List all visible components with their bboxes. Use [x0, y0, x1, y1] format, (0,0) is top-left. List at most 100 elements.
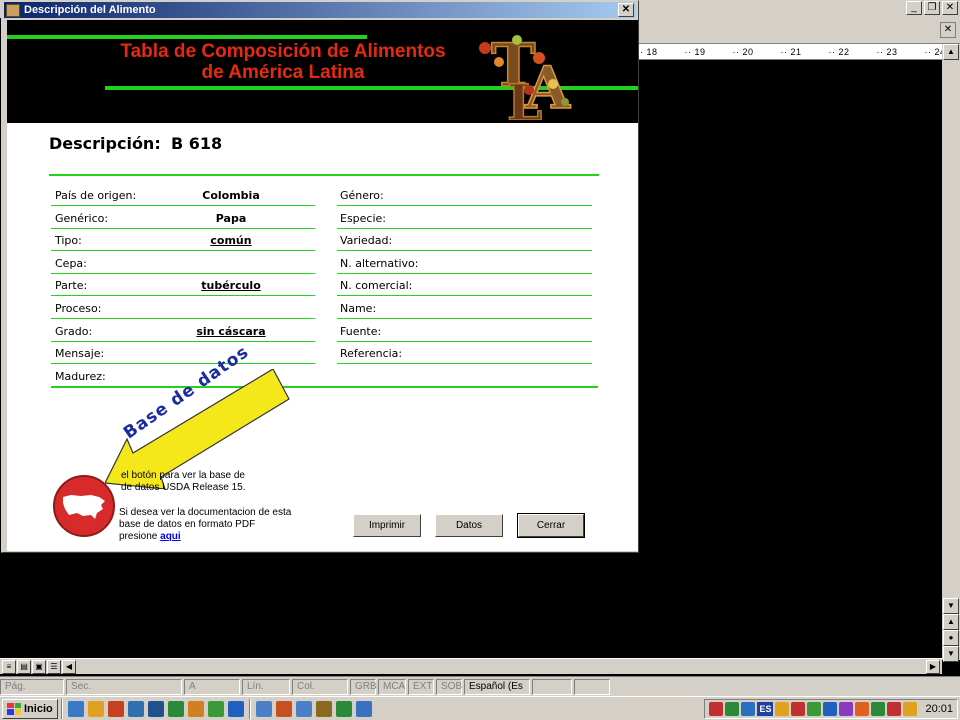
- usda-instructions: el botón para ver la base de de datos US…: [121, 470, 246, 493]
- usda-database-button[interactable]: [53, 475, 115, 537]
- usa-map-icon: [63, 495, 105, 519]
- outline-view-icon[interactable]: ☰: [47, 660, 61, 674]
- normal-view-icon[interactable]: ≡: [2, 660, 16, 674]
- close-button[interactable]: Cerrar: [517, 513, 585, 538]
- tray-icon[interactable]: [807, 702, 822, 716]
- prev-page-icon[interactable]: ▲: [943, 614, 959, 630]
- row-divider: [337, 295, 592, 297]
- task-button-icon[interactable]: [295, 700, 312, 717]
- status-sob[interactable]: SOB: [436, 678, 462, 695]
- tray-icon[interactable]: [725, 702, 740, 716]
- next-page-icon[interactable]: ▼: [943, 646, 959, 662]
- print-button[interactable]: Imprimir: [353, 514, 421, 537]
- ruler-tick: 21: [790, 47, 802, 57]
- header-banner: Tabla de Composición de Alimentos de Amé…: [7, 20, 638, 123]
- tray-icon[interactable]: [709, 702, 724, 716]
- field-value: tubérculo: [201, 279, 261, 293]
- info-icon[interactable]: [187, 700, 204, 717]
- scroll-down-icon[interactable]: ▼: [943, 598, 959, 614]
- running-tasks: [254, 700, 374, 717]
- tray-icon[interactable]: [855, 702, 870, 716]
- tray-icon[interactable]: [791, 702, 806, 716]
- start-button[interactable]: Inicio: [2, 698, 58, 719]
- horizontal-scrollbar[interactable]: ≡ ▤ ▣ ☰ ◀ ▶: [0, 658, 942, 674]
- restore-icon[interactable]: ❐: [924, 1, 940, 15]
- print-view-icon[interactable]: ▣: [32, 660, 46, 674]
- tray-icon[interactable]: [839, 702, 854, 716]
- close-doc-icon[interactable]: ✕: [940, 22, 956, 38]
- status-mca[interactable]: MCA: [378, 678, 406, 695]
- close-icon[interactable]: ✕: [942, 1, 958, 15]
- app-icon: [6, 3, 20, 17]
- pdf-link[interactable]: aqui: [160, 531, 181, 542]
- field-label: Mensaje:: [55, 347, 105, 361]
- section-divider: [49, 174, 599, 176]
- powerpoint-icon[interactable]: [107, 700, 124, 717]
- pen-icon[interactable]: [87, 700, 104, 717]
- row-divider: [51, 272, 315, 274]
- word-icon[interactable]: [147, 700, 164, 717]
- task-button-icon[interactable]: [255, 700, 272, 717]
- system-tray: ES 20:01: [704, 699, 958, 719]
- row-divider: [337, 227, 592, 229]
- tray-icon[interactable]: [823, 702, 838, 716]
- start-label: Inicio: [24, 702, 53, 715]
- excel-icon[interactable]: [227, 700, 244, 717]
- tray-icon[interactable]: [775, 702, 790, 716]
- row-divider: [51, 205, 315, 206]
- web-view-icon[interactable]: ▤: [17, 660, 31, 674]
- field-label: Especie:: [340, 211, 387, 225]
- tray-icon[interactable]: [887, 702, 902, 716]
- pdf-instructions: Si desea ver la documentacion de esta ba…: [119, 507, 292, 542]
- show-desktop-icon[interactable]: [67, 700, 84, 717]
- row-divider: [337, 363, 592, 365]
- field-label: Name:: [340, 302, 377, 315]
- status-ext[interactable]: EXT: [408, 678, 434, 695]
- row-divider: [51, 250, 315, 252]
- ruler: · 18 ·· 19 ·· 20 ·· 21 ·· 22 ·· 23 ·· 24…: [636, 44, 942, 60]
- language-indicator[interactable]: ES: [757, 702, 774, 716]
- row-divider: [51, 318, 315, 319]
- row-divider: [337, 205, 592, 206]
- tray-icon[interactable]: [871, 702, 886, 716]
- task-button-icon[interactable]: [335, 700, 352, 717]
- browse-object-icon[interactable]: ●: [943, 630, 959, 646]
- minimize-icon[interactable]: _: [906, 1, 922, 15]
- background-toolbar: ✕: [636, 18, 960, 44]
- food-collage-logo-icon: T A L: [479, 30, 572, 120]
- scroll-left-icon[interactable]: ◀: [62, 660, 76, 674]
- status-grb[interactable]: GRB: [350, 678, 377, 695]
- row-divider: [337, 250, 592, 252]
- task-button-icon[interactable]: [315, 700, 332, 717]
- field-value: común: [210, 234, 252, 248]
- field-label: Cepa:: [55, 256, 87, 270]
- row-divider: [51, 295, 315, 297]
- field-value: Colombia: [202, 189, 260, 202]
- field-label: Parte:: [55, 279, 88, 293]
- ruler-tick: 24: [934, 47, 943, 57]
- media-icon[interactable]: [127, 700, 144, 717]
- vertical-scrollbar[interactable]: ▲ ▼ ▲ ● ▼: [942, 44, 960, 662]
- scroll-up-icon[interactable]: ▲: [943, 44, 959, 60]
- status-blank: [574, 678, 610, 695]
- notepad-icon[interactable]: [207, 700, 224, 717]
- task-button-icon[interactable]: [355, 700, 372, 717]
- ruler-tick: 18: [646, 47, 658, 57]
- field-label: Referencia:: [340, 347, 403, 361]
- description-panel: Descripción: B 618 País de origen: Colomb…: [7, 123, 638, 551]
- player-icon[interactable]: [167, 700, 184, 717]
- row-divider: [337, 318, 592, 319]
- dialog-titlebar[interactable]: Descripción del Alimento ✕: [4, 2, 636, 18]
- tray-icon[interactable]: [741, 702, 756, 716]
- scroll-right-icon[interactable]: ▶: [926, 660, 940, 674]
- tray-icon[interactable]: [903, 702, 918, 716]
- status-language[interactable]: Español (Es: [464, 678, 530, 695]
- dialog-close-button[interactable]: ✕: [618, 3, 634, 17]
- row-divider: [51, 227, 315, 229]
- row-divider: [337, 272, 592, 274]
- food-code: B 618: [171, 134, 223, 153]
- task-button-icon[interactable]: [275, 700, 292, 717]
- status-col: Col.: [292, 678, 348, 695]
- field-label: Grado:: [55, 324, 93, 338]
- data-button[interactable]: Datos: [435, 514, 503, 537]
